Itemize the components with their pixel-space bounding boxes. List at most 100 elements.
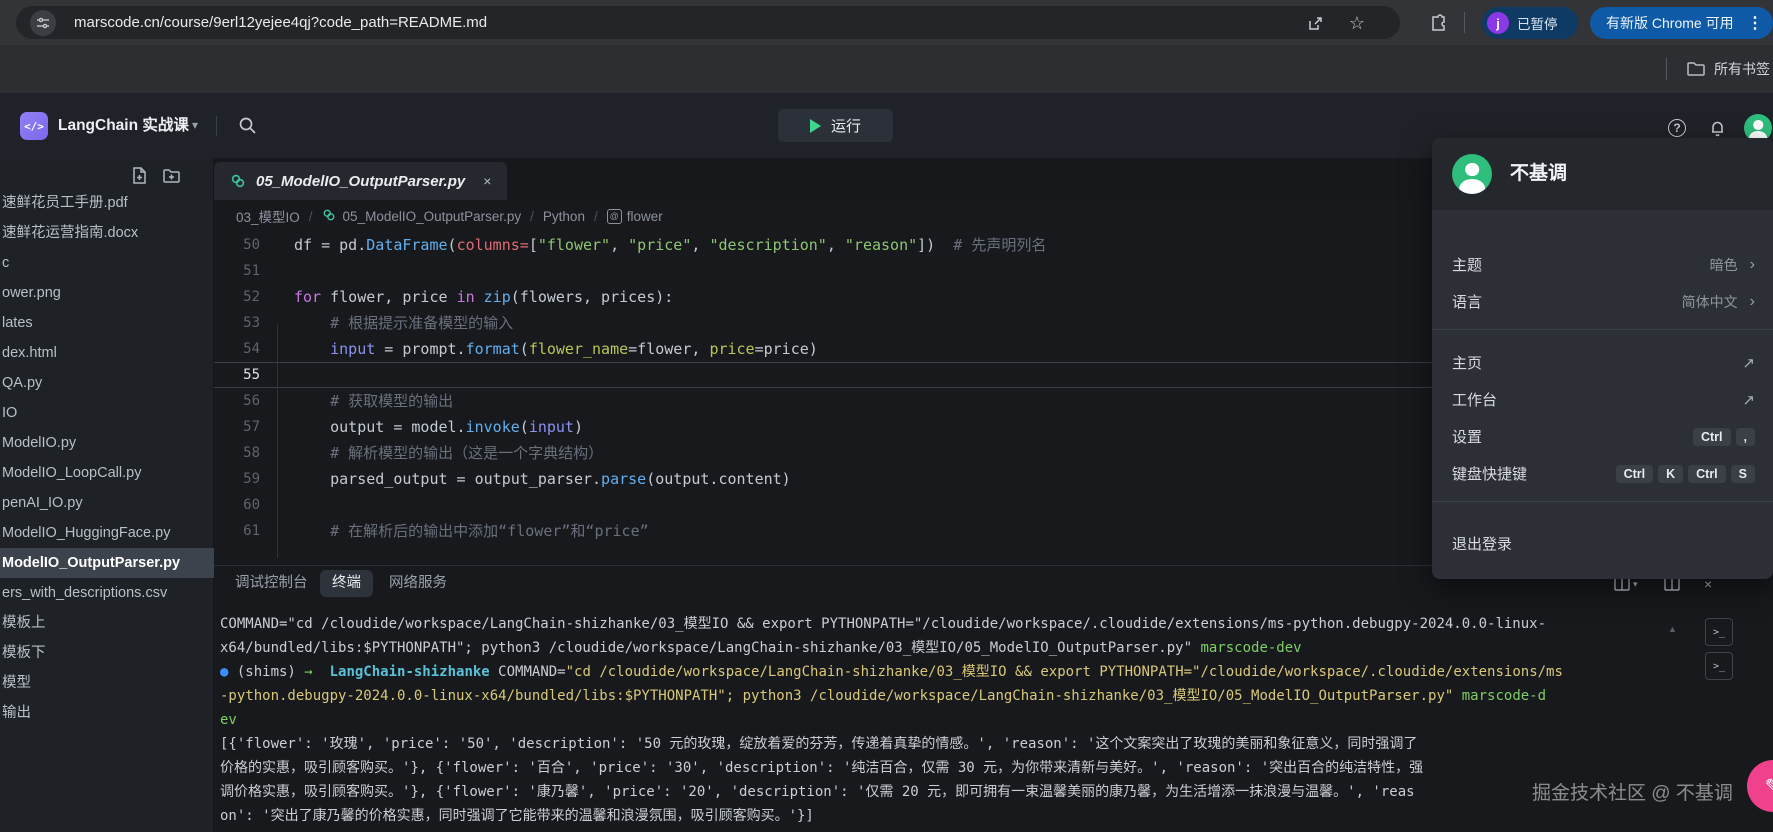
menu-item-label: 工作台 [1452,389,1497,410]
extension-paused-pill[interactable]: j 已暂停 [1482,7,1578,39]
user-menu-item[interactable]: 语言简体中文› [1432,283,1773,320]
extension-avatar: j [1487,12,1509,34]
header-separator [216,116,217,136]
user-menu-item[interactable]: 主题暗色› [1432,246,1773,283]
python-file-icon [322,208,338,224]
tab-debug-console[interactable]: 调试控制台 [235,566,308,601]
file-item[interactable]: dex.html [0,338,214,368]
code-text: for flower, price in zip(flowers, prices… [294,284,673,310]
key-badge: Ctrl [1616,465,1654,483]
tab-close-icon[interactable]: × [483,173,491,189]
menu-item-label: 设置 [1452,426,1482,447]
bookmark-star-icon[interactable]: ☆ [1346,12,1368,34]
share-icon[interactable] [1304,12,1326,34]
file-item[interactable]: 模型 [0,668,214,698]
file-item[interactable]: 模板下 [0,638,214,668]
line-number: 51 [214,258,260,284]
browser-toolbar: marscode.cn/course/9erl12yejee4qj?code_p… [0,0,1773,45]
key-badge: S [1731,465,1755,483]
file-explorer: 速鲜花员工手册.pdf速鲜花运营指南.docxcower.pnglatesdex… [0,158,214,832]
play-icon [810,119,821,133]
line-number: 61 [214,518,260,544]
chrome-update-pill[interactable]: 有新版 Chrome 可用 ⋮ [1590,7,1773,39]
user-menu-item[interactable]: 设置 Ctrl, [1432,418,1773,455]
key-badge: Ctrl [1688,465,1726,483]
search-icon[interactable] [238,116,258,136]
line-number: 54 [214,336,260,362]
line-number: 59 [214,466,260,492]
new-file-icon[interactable] [130,166,150,186]
file-item[interactable]: IO [0,398,214,428]
menu-divider [1432,501,1773,502]
bell-icon[interactable] [1706,117,1728,139]
url-text[interactable]: marscode.cn/course/9erl12yejee4qj?code_p… [74,6,487,39]
all-bookmarks-label[interactable]: 所有书签 [1714,45,1770,93]
project-title[interactable]: LangChain 实战课 [58,93,189,158]
file-item[interactable]: 输出 [0,698,214,728]
file-item[interactable]: 速鲜花运营指南.docx [0,218,214,248]
user-menu-item[interactable]: 退出登录 [1432,525,1773,562]
menu-group: 主页↗工作台↗设置Ctrl,键盘快捷键CtrlKCtrlS [1432,339,1773,492]
user-menu-item[interactable]: 键盘快捷键CtrlKCtrlS [1432,455,1773,492]
breadcrumb-file[interactable]: 05_ModelIO_OutputParser.py [322,208,522,224]
menu-item-label: 键盘快捷键 [1452,463,1527,484]
user-menu-item[interactable]: 主页↗ [1432,344,1773,381]
tab-terminal[interactable]: 终端 [320,570,373,597]
file-item[interactable]: ModelIO_LoopCall.py [0,458,214,488]
address-bar[interactable]: marscode.cn/course/9erl12yejee4qj?code_p… [16,6,1400,39]
file-item[interactable]: ModelIO_OutputParser.py [0,548,214,578]
file-item[interactable]: ModelIO_HuggingFace.py [0,518,214,548]
python-file-icon [230,173,246,189]
shortcut-keys: Ctrl, [1693,428,1755,446]
code-text: parsed_output = output_parser.parse(outp… [294,466,791,492]
code-text: # 解析模型的输出（这是一个字典结构） [294,440,603,466]
user-menu-item[interactable]: 工作台 ↗ [1432,381,1773,418]
key-badge: , [1736,428,1755,446]
file-item[interactable]: ers_with_descriptions.csv [0,578,214,608]
extensions-icon[interactable] [1426,11,1450,35]
terminal-line: x64/bundled/libs:$PYTHONPATH"; python3 /… [220,636,1686,660]
browser-menu-icon[interactable]: ⋮ [1747,13,1763,33]
new-folder-icon[interactable] [162,166,182,186]
file-item[interactable]: c [0,248,214,278]
run-button[interactable]: 运行 [778,109,893,142]
user-name: 不基调 [1510,138,1567,210]
line-number: 52 [214,284,260,310]
breadcrumb-language[interactable]: Python [543,209,585,224]
site-info-icon[interactable] [30,10,56,36]
terminal-action-icon[interactable]: >_ [1705,618,1733,646]
terminal-line: -python.debugpy-2024.0.0-linux-x64/bundl… [220,684,1686,708]
code-text: input = prompt.format(flower_name=flower… [294,336,818,362]
file-item[interactable]: ower.png [0,278,214,308]
line-number: 56 [214,388,260,414]
menu-item-value: 简体中文 [1682,292,1738,312]
file-item[interactable]: penAI_IO.py [0,488,214,518]
file-item[interactable]: 速鲜花员工手册.pdf [0,188,214,218]
breadcrumb-folder[interactable]: 03_模型IO [236,206,300,226]
line-number: 60 [214,492,260,518]
tab-network-service[interactable]: 网络服务 [389,566,447,601]
editor-tab[interactable]: 05_ModelIO_OutputParser.py × [214,162,507,200]
external-link-icon: ↗ [1742,391,1755,409]
user-menu-avatar [1452,154,1492,194]
line-number: 57 [214,414,260,440]
file-item[interactable]: QA.py [0,368,214,398]
user-menu-items: 主题暗色›语言简体中文›主页↗工作台↗设置Ctrl,键盘快捷键CtrlKCtrl… [1432,210,1773,562]
toolbar-separator [1464,12,1465,33]
file-item[interactable]: 模板上 [0,608,214,638]
scroll-up-icon[interactable]: ▲ [1668,624,1677,634]
help-icon[interactable]: ? [1668,119,1686,137]
file-item[interactable]: lates [0,308,214,338]
file-item[interactable]: ModelIO.py [0,428,214,458]
menu-item-label: 语言 [1452,291,1482,312]
line-number: 53 [214,310,260,336]
breadcrumb-symbol[interactable]: @ flower [607,209,663,224]
code-text: output = model.invoke(input) [294,414,583,440]
paused-label: 已暂停 [1517,13,1558,33]
external-link-icon: ↗ [1742,354,1755,372]
terminal-action-icon-2[interactable]: >_ [1705,652,1733,680]
menu-item-label: 主题 [1452,254,1482,275]
terminal-line: [{'flower': '玫瑰', 'price': '50', 'descri… [220,732,1686,756]
file-list: 速鲜花员工手册.pdf速鲜花运营指南.docxcower.pnglatesdex… [0,188,214,728]
project-chevron-down-icon[interactable]: ▾ [192,93,198,158]
